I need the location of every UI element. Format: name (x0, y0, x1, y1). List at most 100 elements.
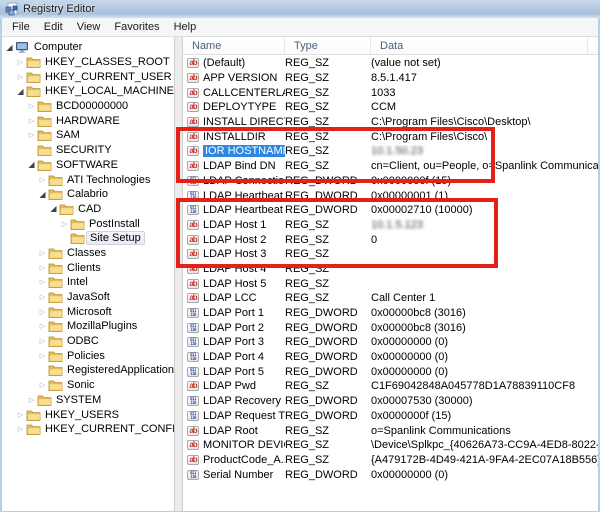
tree-item-sam[interactable]: ▷ SAM (2, 128, 174, 143)
expand-expanded-icon[interactable]: ◢ (48, 204, 59, 213)
column-header-type[interactable]: Type (285, 37, 371, 54)
tree-item-hkey-classes-root[interactable]: ▷ HKEY_CLASSES_ROOT (2, 55, 174, 70)
registry-value-row[interactable]: ab LDAP Bind DN REG_SZ cn=Client, ou=People… (183, 159, 598, 174)
menu-file[interactable]: File (5, 20, 37, 34)
expand-expanded-icon[interactable]: ◢ (4, 43, 15, 52)
registry-value-row[interactable]: 011 110 LDAP Port 1 REG_DWORD 0x00000bc8 (30… (183, 306, 598, 321)
column-header-name[interactable]: Name (183, 37, 285, 54)
tree-item-security[interactable]: SECURITY (2, 143, 174, 158)
registry-value-row[interactable]: ab LDAP Host 5 REG_SZ (183, 276, 598, 291)
tree-item-intel[interactable]: ▷ Intel (2, 275, 174, 290)
registry-value-row[interactable]: ab LDAP Pwd REG_SZ C1F69042848A045778D1A788… (183, 379, 598, 394)
expand-collapsed-icon[interactable]: ▷ (37, 322, 48, 330)
tree-item-javasoft[interactable]: ▷ JavaSoft (2, 290, 174, 305)
expand-collapsed-icon[interactable]: ▷ (15, 73, 26, 81)
tree-item-postinstall[interactable]: ▷ PostInstall (2, 216, 174, 231)
registry-value-row[interactable]: ab LDAP Root REG_SZ o=Spanlink Communicatio… (183, 423, 598, 438)
registry-value-row[interactable]: ab LDAP LCC REG_SZ Call Center 1 (183, 291, 598, 306)
expand-collapsed-icon[interactable]: ▷ (37, 293, 48, 301)
tree-item-clients[interactable]: ▷ Clients (2, 260, 174, 275)
expand-collapsed-icon[interactable]: ▷ (59, 220, 70, 228)
expand-collapsed-icon[interactable]: ▷ (37, 249, 48, 257)
folder-icon (37, 115, 54, 127)
value-type: REG_SZ (285, 277, 330, 290)
expand-collapsed-icon[interactable]: ▷ (37, 176, 48, 184)
menu-favorites[interactable]: Favorites (107, 20, 166, 34)
value-type: REG_SZ (285, 57, 330, 70)
expand-collapsed-icon[interactable]: ▷ (15, 58, 26, 66)
expand-collapsed-icon[interactable]: ▷ (37, 308, 48, 316)
registry-value-row[interactable]: ab LDAP Host 3 REG_SZ (183, 247, 598, 262)
expand-collapsed-icon[interactable]: ▷ (26, 102, 37, 110)
registry-value-row[interactable]: 011 110 LDAP Port 5 REG_DWORD 0x00000000 (0) (183, 364, 598, 379)
tree-item-computer[interactable]: ◢ Computer (2, 40, 174, 55)
registry-value-row[interactable]: ab INSTALLDIR REG_SZ C:\Program Files\Cisco… (183, 129, 598, 144)
tree-item-policies[interactable]: ▷ Policies (2, 348, 174, 363)
registry-value-row[interactable]: 011 110 LDAP Port 3 REG_DWORD 0x00000000 (0) (183, 335, 598, 350)
registry-value-row[interactable]: 011 110 LDAP Recovery ... REG_DWORD 0x000075… (183, 394, 598, 409)
expand-collapsed-icon[interactable]: ▷ (26, 131, 37, 139)
tree-item-hkey-local-machine[interactable]: ◢ HKEY_LOCAL_MACHINE (2, 84, 174, 99)
tree-item-hkey-current-config[interactable]: ▷ HKEY_CURRENT_CONFIG (2, 422, 174, 437)
tree-item-classes[interactable]: ▷ Classes (2, 246, 174, 261)
registry-value-row[interactable]: 011 110 LDAP Connectio... REG_DWORD 0x000000… (183, 174, 598, 189)
registry-value-row[interactable]: ab LDAP Host 4 REG_SZ (183, 262, 598, 277)
expand-expanded-icon[interactable]: ◢ (26, 160, 37, 169)
tree-item-odbc[interactable]: ▷ ODBC (2, 334, 174, 349)
registry-value-row[interactable]: ab IOR HOSTNAME REG_SZ 10.1.50.23 (183, 144, 598, 159)
tree-item-site-setup[interactable]: Site Setup (2, 231, 174, 246)
tree-item-microsoft[interactable]: ▷ Microsoft (2, 304, 174, 319)
tree-item-registeredapplication[interactable]: RegisteredApplication (2, 363, 174, 378)
value-name: (Default) (203, 57, 246, 70)
value-name: LDAP LCC (203, 292, 257, 305)
value-name: LDAP Port 1 (203, 307, 264, 320)
registry-value-row[interactable]: ab (Default) REG_SZ (value not set) (183, 56, 598, 71)
registry-value-row[interactable]: ab LDAP Host 2 REG_SZ 0 (183, 232, 598, 247)
expand-expanded-icon[interactable]: ◢ (15, 87, 26, 96)
tree-item-label: PostInstall (89, 217, 140, 230)
dword-value-icon: 011 110 (183, 205, 203, 216)
tree-item-hkey-current-user[interactable]: ▷ HKEY_CURRENT_USER (2, 69, 174, 84)
expand-collapsed-icon[interactable]: ▷ (26, 117, 37, 125)
expand-collapsed-icon[interactable]: ▷ (26, 396, 37, 404)
registry-value-row[interactable]: ab APP VERSION REG_SZ 8.5.1.417 (183, 71, 598, 86)
value-data: 0x0000000f (15) (371, 174, 452, 187)
tree-item-calabrio[interactable]: ◢ Calabrio (2, 187, 174, 202)
registry-value-row[interactable]: 011110LDAP Heartbeat ...REG_DWORD 0x00000… (183, 188, 598, 203)
expand-collapsed-icon[interactable]: ▷ (37, 337, 48, 345)
tree-item-cad[interactable]: ◢ CAD (2, 202, 174, 217)
registry-value-row[interactable]: abINSTALL DIRECT...REG_SZ C:\Program File… (183, 115, 598, 130)
expand-collapsed-icon[interactable]: ▷ (37, 278, 48, 286)
menu-help[interactable]: Help (167, 20, 204, 34)
pane-splitter[interactable] (174, 37, 183, 511)
string-value-icon: ab (183, 454, 203, 465)
registry-value-row[interactable]: ab DEPLOYTYPE REG_SZ CCM (183, 100, 598, 115)
expand-collapsed-icon[interactable]: ▷ (37, 264, 48, 272)
value-type: REG_SZ (285, 233, 330, 246)
tree-item-hardware[interactable]: ▷ HARDWARE (2, 113, 174, 128)
registry-value-row[interactable]: abCALLCENTERLA...REG_SZ 1033 (183, 85, 598, 100)
registry-value-row[interactable]: 011 110 LDAP Port 4 REG_DWORD 0x00000000 (0) (183, 350, 598, 365)
tree-item-hkey-users[interactable]: ▷ HKEY_USERS (2, 407, 174, 422)
registry-value-row[interactable]: ab ProductCode_A... REG_SZ {A479172B-4D49-4… (183, 453, 598, 468)
registry-value-row[interactable]: 011 110 Serial Number REG_DWORD 0x00000000 (… (183, 467, 598, 482)
expand-collapsed-icon[interactable]: ▷ (15, 425, 26, 433)
menu-edit[interactable]: Edit (37, 20, 70, 34)
expand-collapsed-icon[interactable]: ▷ (15, 411, 26, 419)
expand-collapsed-icon[interactable]: ▷ (37, 381, 48, 389)
tree-item-software[interactable]: ◢ SOFTWARE (2, 158, 174, 173)
registry-value-row[interactable]: 011110LDAP Request Ti...REG_DWORD 0x00000… (183, 409, 598, 424)
registry-value-row[interactable]: 011110LDAP Heartbeat ...REG_DWORD 0x00002… (183, 203, 598, 218)
tree-item-system[interactable]: ▷ SYSTEM (2, 393, 174, 408)
tree-item-bcd00000000[interactable]: ▷ BCD00000000 (2, 99, 174, 114)
registry-value-row[interactable]: abMONITOR DEVICEREG_SZ \Device\Splkpc_{40… (183, 438, 598, 453)
column-header-data[interactable]: Data (371, 37, 587, 54)
tree-item-sonic[interactable]: ▷ Sonic (2, 378, 174, 393)
expand-collapsed-icon[interactable]: ▷ (37, 352, 48, 360)
menu-view[interactable]: View (70, 20, 108, 34)
expand-expanded-icon[interactable]: ◢ (37, 190, 48, 199)
registry-value-row[interactable]: 011 110 LDAP Port 2 REG_DWORD 0x00000bc8 (30… (183, 320, 598, 335)
tree-item-mozillaplugins[interactable]: ▷ MozillaPlugins (2, 319, 174, 334)
registry-value-row[interactable]: ab LDAP Host 1 REG_SZ 10.1.5.123 (183, 218, 598, 233)
tree-item-ati-technologies[interactable]: ▷ ATI Technologies (2, 172, 174, 187)
